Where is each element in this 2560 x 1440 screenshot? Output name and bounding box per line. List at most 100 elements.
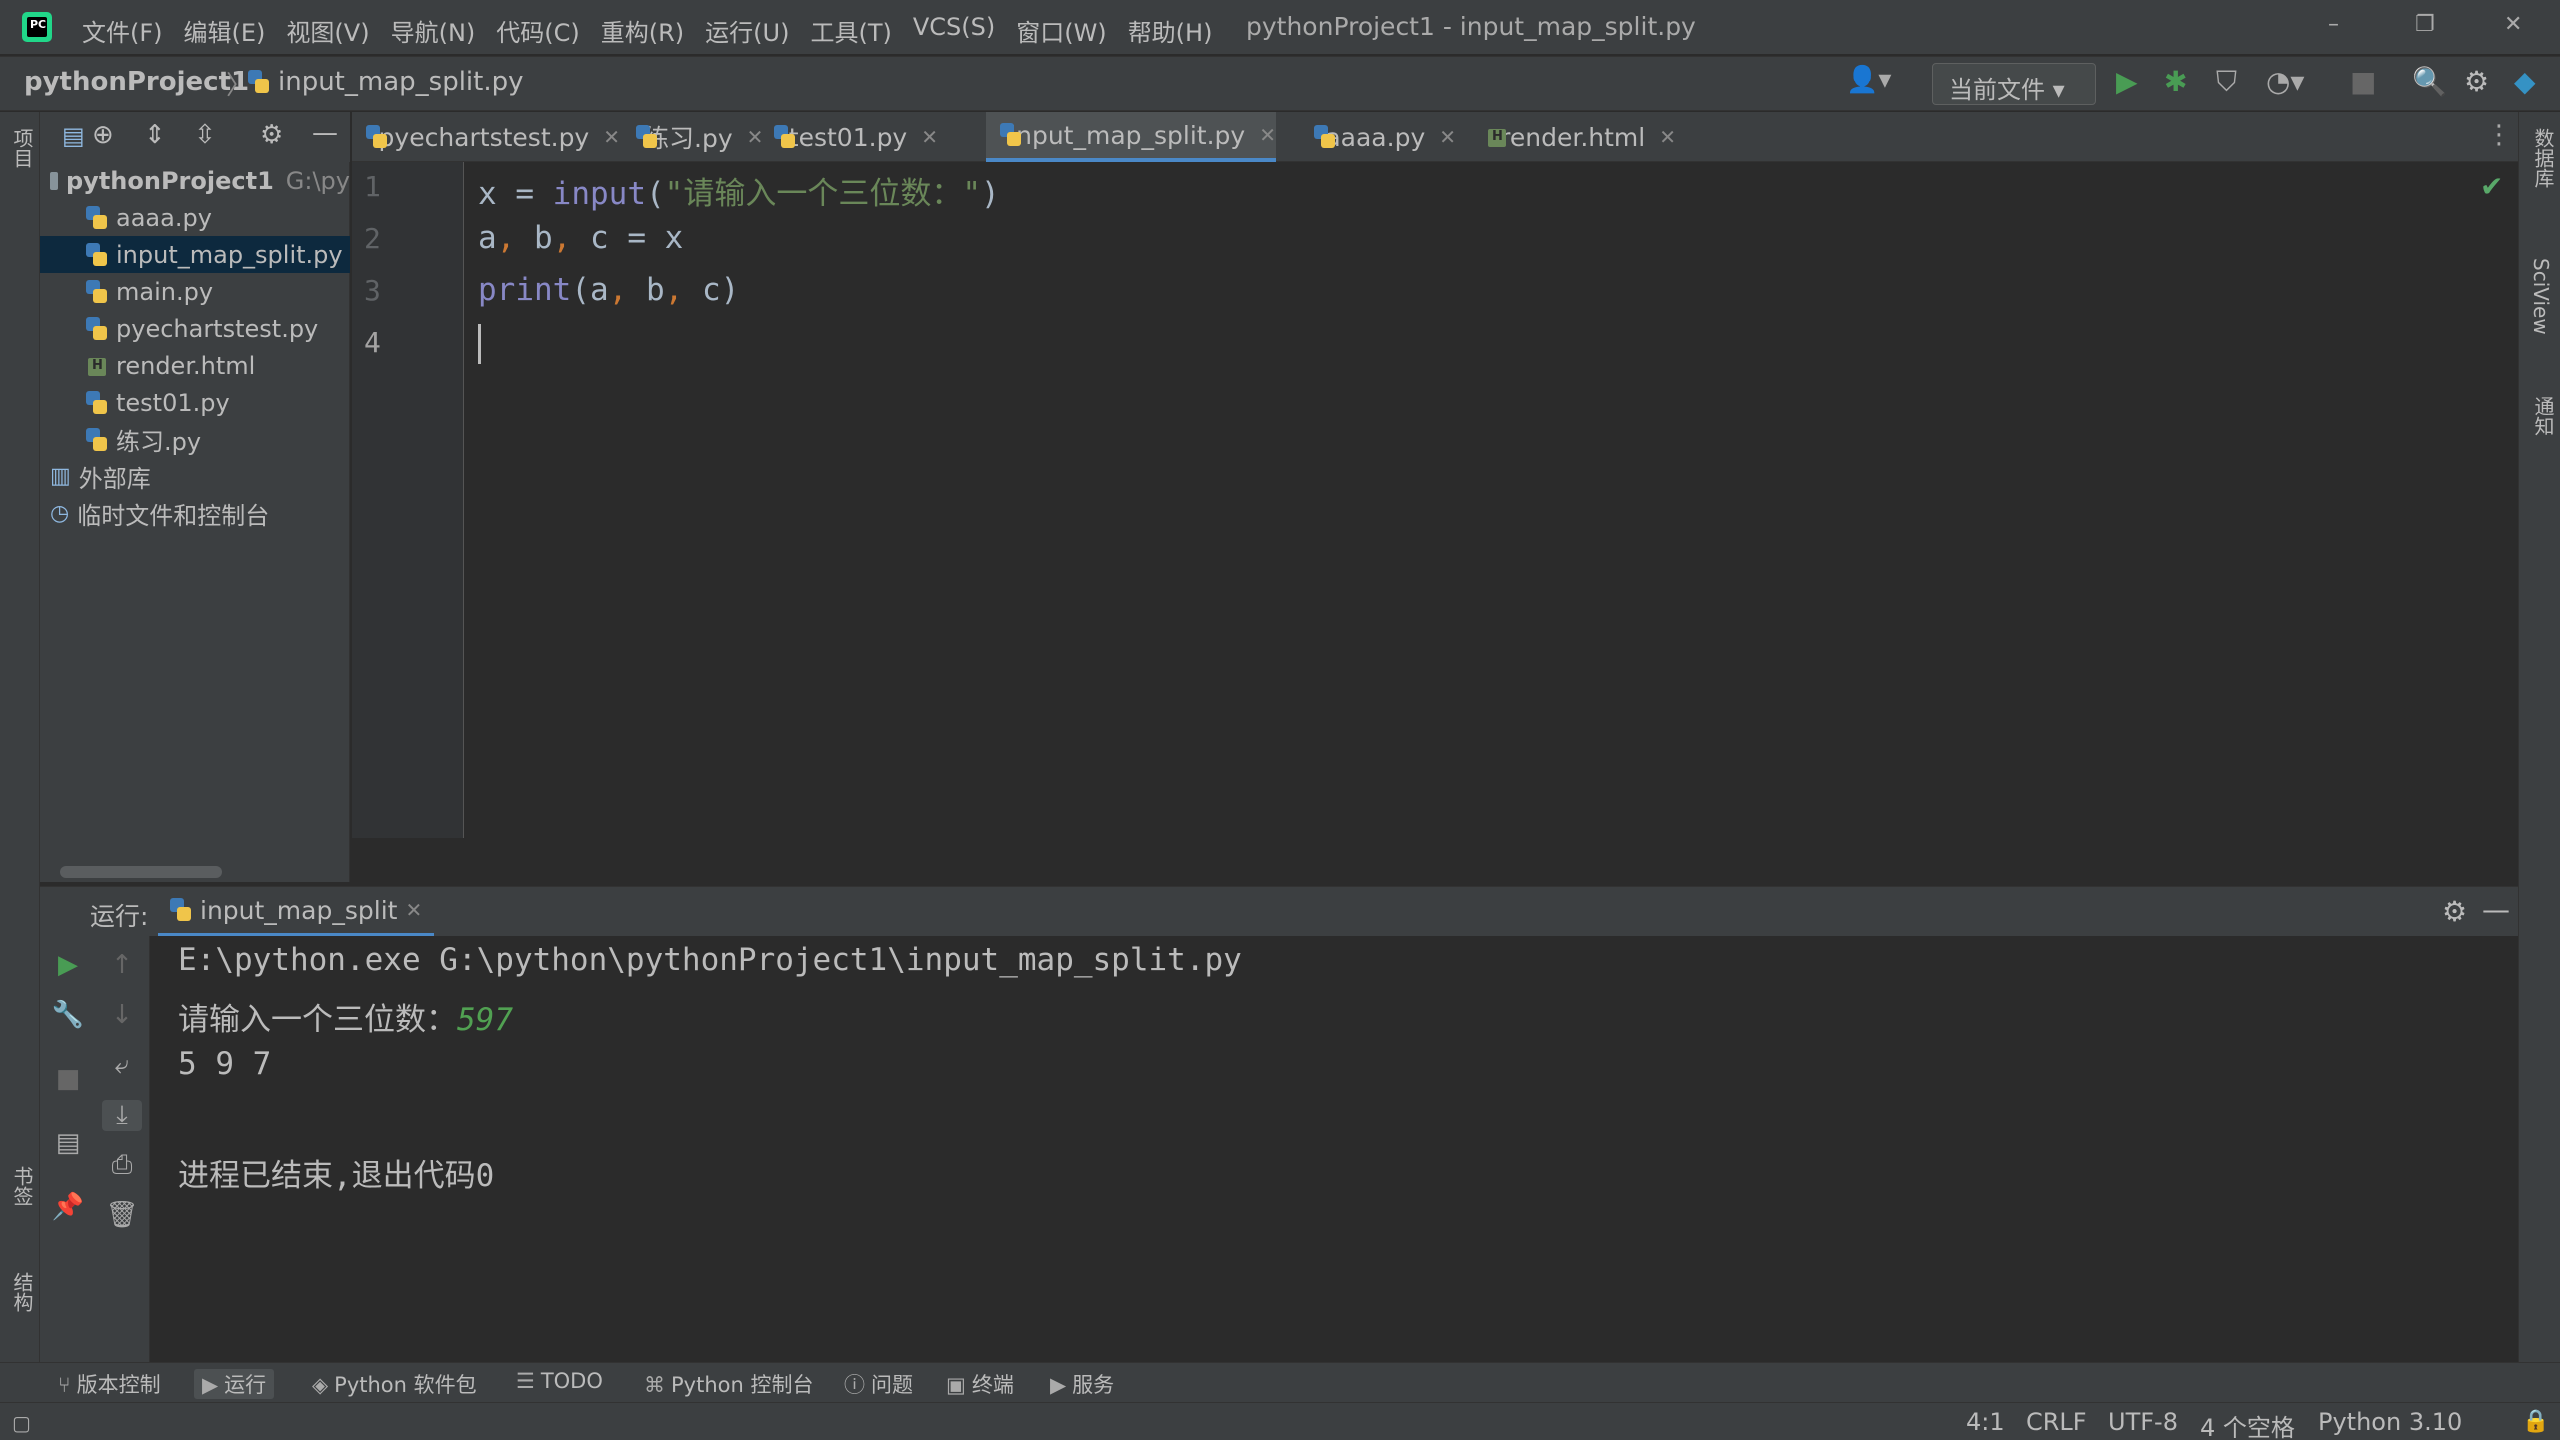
no-problems-check-icon[interactable]: ✔ bbox=[2480, 170, 2503, 203]
locate-icon[interactable]: ⊕ bbox=[92, 120, 114, 150]
tree-item-pyechartstest[interactable]: pyechartstest.py bbox=[40, 310, 350, 347]
project-tool-button[interactable]: 项目 bbox=[8, 128, 37, 168]
stop-icon[interactable]: ■ bbox=[2350, 65, 2376, 98]
up-arrow-icon[interactable]: ↑ bbox=[102, 950, 142, 980]
menu-run[interactable]: 运行(U) bbox=[705, 13, 789, 48]
tree-item-label: 临时文件和控制台 bbox=[77, 502, 270, 530]
close-window-button[interactable]: ✕ bbox=[2504, 12, 2522, 37]
scroll-to-end-icon[interactable]: ⤓ bbox=[102, 1100, 142, 1131]
close-tab-icon[interactable]: ✕ bbox=[1439, 125, 1456, 149]
expand-all-icon[interactable]: ⇕ bbox=[144, 120, 166, 150]
code-editor[interactable]: x = input("请输入一个三位数：") a, b, c = x print… bbox=[464, 162, 2518, 838]
tool-python-console[interactable]: ⌘ Python 控制台 bbox=[644, 1369, 813, 1399]
status-indent[interactable]: 4 个空格 bbox=[2200, 1408, 2295, 1440]
tab-test01[interactable]: test01.py ✕ bbox=[760, 112, 938, 162]
menu-refactor[interactable]: 重构(R) bbox=[601, 13, 684, 48]
hide-panel-icon[interactable]: — bbox=[312, 118, 338, 148]
notifications-tool-button[interactable]: 通知 bbox=[2529, 396, 2558, 436]
run-icon[interactable]: ▶ bbox=[2116, 65, 2138, 98]
rerun-icon[interactable]: ▶ bbox=[48, 950, 88, 980]
tab-render-html[interactable]: render.html ✕ bbox=[1472, 112, 1676, 162]
collapse-all-icon[interactable]: ⇳ bbox=[194, 120, 216, 150]
profile-icon[interactable]: ◔▾ bbox=[2266, 65, 2305, 98]
tab-lianxi[interactable]: 练习.py ✕ bbox=[622, 112, 763, 162]
layout-icon[interactable]: ▤ bbox=[48, 1128, 88, 1158]
pycharm-logo-icon[interactable]: PC bbox=[22, 12, 52, 42]
run-console[interactable]: E:\python.exe G:\python\pythonProject1\i… bbox=[150, 936, 2518, 1362]
tree-scratches[interactable]: ◷ 临时文件和控制台 bbox=[40, 495, 350, 532]
user-icon[interactable]: 👤▾ bbox=[1846, 65, 1891, 95]
settings-gear-icon[interactable]: ⚙ bbox=[2464, 65, 2489, 98]
tree-item-input-map-split[interactable]: input_map_split.py bbox=[40, 236, 350, 273]
close-tab-icon[interactable]: ✕ bbox=[1659, 125, 1676, 149]
tool-run[interactable]: ▶ 运行 bbox=[194, 1369, 275, 1399]
tree-item-test01[interactable]: test01.py bbox=[40, 384, 350, 421]
tab-input-map-split[interactable]: input_map_split.py ✕ bbox=[986, 112, 1276, 162]
close-tab-icon[interactable]: ✕ bbox=[1259, 123, 1276, 147]
select-opened-file-icon[interactable]: ▤ bbox=[62, 122, 85, 150]
menu-file[interactable]: 文件(F) bbox=[82, 13, 163, 48]
print-icon[interactable]: ⎙ bbox=[102, 1150, 142, 1181]
menu-tools[interactable]: 工具(T) bbox=[810, 13, 891, 48]
menu-help[interactable]: 帮助(H) bbox=[1128, 13, 1213, 48]
database-tool-button[interactable]: 数据库 bbox=[2529, 128, 2558, 188]
down-arrow-icon[interactable]: ↓ bbox=[102, 1000, 142, 1030]
status-caret-position[interactable]: 4:1 bbox=[1966, 1408, 2005, 1436]
breadcrumb-project[interactable]: pythonProject1 bbox=[24, 67, 249, 97]
tree-external-libraries[interactable]: ▥ 外部库 bbox=[40, 458, 350, 495]
minimize-button[interactable]: – bbox=[2328, 12, 2339, 37]
run-tab[interactable]: input_map_split ✕ bbox=[158, 887, 435, 937]
tool-terminal[interactable]: ▣ 终端 bbox=[946, 1369, 1014, 1399]
search-icon[interactable]: 🔍 bbox=[2412, 65, 2447, 98]
close-tab-icon[interactable]: ✕ bbox=[405, 898, 422, 922]
tool-todo[interactable]: ☰ TODO bbox=[516, 1369, 603, 1393]
tab-options-icon[interactable]: ⋮ bbox=[2486, 120, 2512, 150]
close-tab-icon[interactable]: ✕ bbox=[921, 125, 938, 149]
tree-item-label: pyechartstest.py bbox=[116, 314, 319, 343]
lock-icon[interactable]: 🔒 bbox=[2522, 1409, 2549, 1434]
menu-window[interactable]: 窗口(W) bbox=[1016, 13, 1106, 48]
bookmarks-tool-button[interactable]: 书签 bbox=[8, 1166, 37, 1206]
close-tab-icon[interactable]: ✕ bbox=[603, 125, 620, 149]
run-config-select[interactable]: 当前文件 ▾ bbox=[1932, 63, 2096, 105]
trash-icon[interactable]: 🗑 bbox=[102, 1200, 142, 1230]
status-encoding[interactable]: UTF-8 bbox=[2108, 1408, 2178, 1436]
edit-config-wrench-icon[interactable]: 🔧 bbox=[48, 1000, 88, 1030]
tool-problems[interactable]: ⓘ 问题 bbox=[844, 1369, 913, 1399]
menu-vcs[interactable]: VCS(S) bbox=[913, 13, 995, 48]
python-file-icon bbox=[86, 316, 108, 341]
structure-tool-button[interactable]: 结构 bbox=[8, 1272, 37, 1312]
menu-code[interactable]: 代码(C) bbox=[496, 13, 579, 48]
stop-icon[interactable]: ■ bbox=[48, 1064, 88, 1094]
jetbrains-ai-icon[interactable]: ◆ bbox=[2514, 65, 2536, 98]
toggle-tool-windows-icon[interactable]: ▢ bbox=[12, 1411, 31, 1435]
menu-view[interactable]: 视图(V) bbox=[286, 13, 369, 48]
restore-button[interactable]: ❐ bbox=[2415, 12, 2435, 37]
tree-item-main[interactable]: main.py bbox=[40, 273, 350, 310]
tab-aaaa[interactable]: aaaa.py ✕ bbox=[1300, 112, 1456, 162]
soft-wrap-icon[interactable]: ⤶ bbox=[102, 1050, 142, 1081]
tree-item-render-html[interactable]: render.html bbox=[40, 347, 350, 384]
tool-vcs[interactable]: ⑂ 版本控制 bbox=[58, 1369, 161, 1399]
menu-edit[interactable]: 编辑(E) bbox=[184, 13, 266, 48]
options-gear-icon[interactable]: ⚙ bbox=[260, 120, 283, 150]
run-settings-gear-icon[interactable]: ⚙ bbox=[2442, 895, 2467, 928]
status-line-separator[interactable]: CRLF bbox=[2026, 1408, 2087, 1436]
coverage-icon[interactable]: ⛉ bbox=[2216, 65, 2237, 99]
tab-pyechartstest[interactable]: pyechartstest.py ✕ bbox=[352, 112, 620, 162]
project-horizontal-scrollbar[interactable] bbox=[60, 866, 222, 878]
sciview-tool-button[interactable]: SciView bbox=[2529, 258, 2553, 335]
tool-services[interactable]: ▶ 服务 bbox=[1050, 1369, 1114, 1399]
status-interpreter[interactable]: Python 3.10 bbox=[2318, 1408, 2462, 1436]
hide-run-panel-icon[interactable]: — bbox=[2482, 893, 2510, 926]
tree-item-aaaa[interactable]: aaaa.py bbox=[40, 199, 350, 236]
breadcrumb-file[interactable]: input_map_split.py bbox=[248, 67, 524, 97]
debug-icon[interactable]: ✱ bbox=[2164, 65, 2187, 98]
menu-navigate[interactable]: 导航(N) bbox=[391, 13, 476, 48]
project-tree: pythonProject1 G:\py aaaa.py input_map_s… bbox=[40, 162, 350, 882]
tree-item-lianxi[interactable]: 练习.py bbox=[40, 421, 350, 458]
tree-root-project[interactable]: pythonProject1 G:\py bbox=[40, 162, 350, 199]
pin-tab-icon[interactable]: 📌 bbox=[48, 1192, 88, 1222]
tool-python-packages[interactable]: ◈ Python 软件包 bbox=[312, 1369, 477, 1399]
scratches-icon: ◷ bbox=[50, 501, 70, 526]
